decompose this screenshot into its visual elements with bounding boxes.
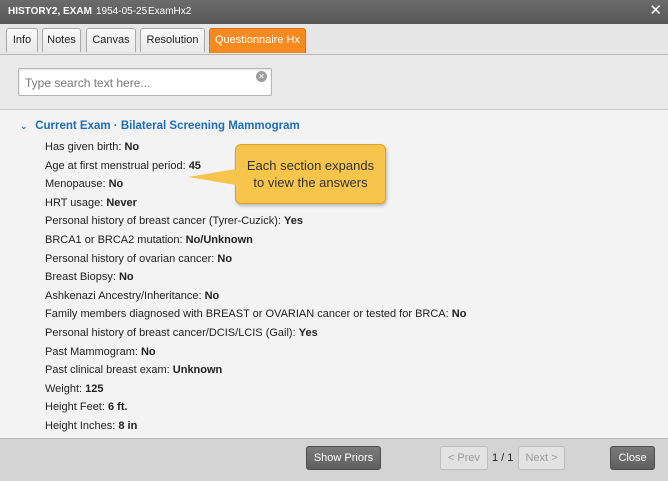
question-row: Past clinical breast exam: Unknown	[45, 361, 466, 380]
exam-id: ExamHx2	[148, 6, 192, 17]
answer-value: No/Unknown	[185, 233, 253, 246]
callout-line-1: Each section expands	[246, 158, 375, 173]
patient-name: HISTORY2, EXAM	[8, 6, 92, 17]
answer-value: Never	[106, 196, 137, 209]
tab-questionnaire-hx[interactable]: Questionnaire Hx	[209, 28, 306, 53]
answer-value: 125	[85, 382, 104, 395]
question-row: Personal history of ovarian cancer: No	[45, 250, 466, 269]
tab-info[interactable]: Info	[6, 28, 38, 52]
question-row: Personal history of breast cancer (Tyrer…	[45, 212, 466, 231]
search-box: ✕	[18, 68, 272, 96]
question-label: Menopause:	[45, 178, 109, 191]
question-label: Family members diagnosed with BREAST or …	[45, 308, 452, 321]
answer-value: 6 ft.	[107, 401, 128, 414]
question-row: Personal history of breast cancer/DCIS/L…	[45, 324, 466, 343]
question-label: Personal history of ovarian cancer:	[45, 252, 218, 265]
answer-value: Yes	[284, 215, 303, 228]
chevron-down-icon: ⌄	[20, 121, 28, 131]
answer-value: No	[124, 141, 140, 153]
section-header[interactable]: ⌄ Current Exam · Bilateral Screening Mam…	[20, 120, 300, 132]
tab-notes[interactable]: Notes	[42, 28, 81, 52]
answer-value: No	[451, 308, 467, 321]
show-priors-button[interactable]: Show Priors	[306, 446, 381, 470]
question-label: Past Mammogram:	[45, 345, 141, 358]
answer-value: No	[217, 252, 233, 265]
question-label: Past clinical breast exam:	[45, 364, 173, 377]
question-row: Ashkenazi Ancestry/Inheritance: No	[45, 287, 466, 306]
question-label: Weight:	[45, 382, 86, 395]
question-label: Breast Biopsy:	[45, 271, 119, 284]
question-label: BRCA1 or BRCA2 mutation:	[45, 233, 186, 246]
tooltip-callout: Each section expands to view the answers	[188, 144, 386, 204]
question-label: Ashkenazi Ancestry/Inheritance:	[45, 289, 205, 302]
callout-line-2: to view the answers	[253, 175, 368, 190]
tab-resolution[interactable]: Resolution	[140, 28, 205, 52]
question-row: Family members diagnosed with BREAST or …	[45, 305, 466, 324]
question-row: Breast Biopsy: No	[45, 268, 466, 287]
question-row: Height Inches: 8 in	[45, 417, 466, 436]
answer-value: Yes	[298, 326, 318, 339]
answer-value: No	[118, 271, 134, 284]
question-label: HRT usage:	[45, 196, 107, 209]
close-button[interactable]: Close	[610, 446, 655, 470]
question-label: Age at first menstrual period:	[45, 159, 189, 172]
questionnaire-content: ⌄ Current Exam · Bilateral Screening Mam…	[0, 110, 668, 438]
answer-value: Unknown	[172, 364, 223, 377]
search-input[interactable]	[23, 73, 255, 93]
footer-bar: Show Priors < Prev 1 / 1 Next > Close	[0, 438, 668, 481]
answer-value: No	[140, 345, 156, 358]
question-label: Height Feet:	[45, 401, 108, 414]
close-icon[interactable]: ✕	[649, 0, 662, 22]
tab-canvas[interactable]: Canvas	[86, 28, 136, 52]
search-area: ✕	[0, 55, 668, 110]
question-label: Personal history of breast cancer/DCIS/L…	[45, 326, 299, 339]
question-row: Height Feet: 6 ft.	[45, 398, 466, 417]
page-indicator: 1 / 1	[492, 452, 514, 464]
question-label: Height Inches:	[45, 419, 119, 432]
next-button[interactable]: Next >	[518, 446, 565, 470]
clear-search-icon[interactable]: ✕	[256, 71, 267, 82]
question-row: Weight: 125	[45, 380, 466, 399]
question-label: Has given birth:	[45, 141, 125, 153]
tab-bar: Info Notes Canvas Resolution Questionnai…	[0, 24, 668, 55]
section-title: Current Exam · Bilateral Screening Mammo…	[35, 120, 300, 132]
prev-button[interactable]: < Prev	[440, 446, 488, 470]
question-row: Past Mammogram: No	[45, 343, 466, 362]
exam-history-window: HISTORY2, EXAM 1954-05-25 ExamHx2 ✕ Info…	[0, 0, 668, 481]
answer-value: No	[108, 178, 124, 191]
question-label: Personal history of breast cancer (Tyrer…	[45, 215, 285, 228]
patient-dob: 1954-05-25	[96, 6, 148, 17]
question-row: BRCA1 or BRCA2 mutation: No/Unknown	[45, 231, 466, 250]
title-bar: HISTORY2, EXAM 1954-05-25 ExamHx2 ✕	[0, 0, 668, 24]
answer-value: 8 in	[118, 419, 138, 432]
answer-value: No	[204, 289, 220, 302]
